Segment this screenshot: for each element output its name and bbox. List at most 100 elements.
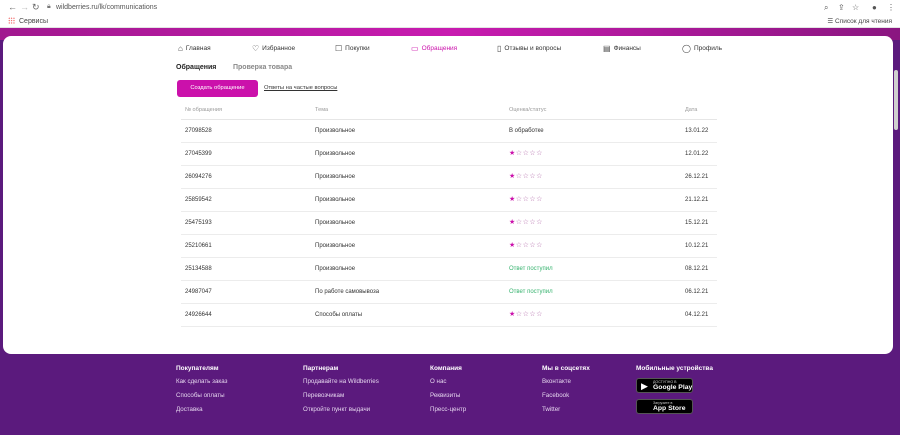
rating-stars[interactable]: ★☆☆☆☆ (509, 218, 543, 226)
footer-link[interactable]: Facebook (542, 392, 590, 399)
request-id: 24987047 (185, 289, 212, 295)
request-id: 25859542 (185, 197, 212, 203)
nav-label: Отзывы и вопросы (504, 45, 562, 52)
reading-list-button[interactable]: ☰ Список для чтения (827, 17, 892, 25)
faq-link[interactable]: Ответы на частые вопросы (264, 85, 337, 91)
nav-item-finance[interactable]: ▤ Финансы (603, 44, 641, 54)
header-status: Оценка/статус (509, 107, 547, 113)
nav-item-requests[interactable]: ▭ Обращения (411, 44, 457, 54)
store-name: App Store (653, 405, 686, 412)
browser-chrome: ← → ↻ 🔒︎ wildberries.ru/lk/communication… (0, 0, 900, 28)
footer: Покупателям Как сделать заказ Способы опла… (0, 365, 900, 435)
request-topic: По работе самовывоза (315, 289, 380, 295)
table-row[interactable]: 25134588 Произвольное Ответ поступил 08.12.… (181, 258, 717, 281)
nav-item-favorites[interactable]: ♡ Избранное (252, 44, 295, 54)
request-topic: Произвольное (315, 243, 356, 249)
forward-icon[interactable]: → (20, 2, 29, 13)
rating-stars[interactable]: ★☆☆☆☆ (509, 172, 543, 180)
message-icon: ▭ (411, 44, 419, 53)
star-empty-icon: ☆ (536, 242, 543, 249)
request-topic: Произвольное (315, 174, 356, 180)
reading-list-icon: ☰ (827, 18, 835, 25)
request-topic: Произвольное (315, 220, 356, 226)
star-full-icon: ★ (509, 150, 516, 157)
app-store-button[interactable]: Загрузите в App Store (636, 399, 693, 414)
table-body: 27098528 Произвольное В обработке 13.01.22 2… (181, 120, 717, 327)
nav-item-reviews[interactable]: ▯ Отзывы и вопросы (497, 44, 561, 54)
nav-item-home[interactable]: ⌂ Главная (178, 44, 211, 54)
request-id: 25134588 (185, 266, 212, 272)
footer-link[interactable]: Способы оплаты (176, 392, 227, 399)
nav-item-purchases[interactable]: ☐ Покупки (335, 44, 370, 54)
star-empty-icon: ☆ (515, 150, 523, 157)
request-id: 27045399 (185, 151, 212, 157)
account-icon[interactable]: ● (872, 2, 877, 13)
footer-link[interactable]: Twitter (542, 406, 590, 413)
footer-link[interactable]: Доставка (176, 406, 227, 413)
star-empty-icon: ☆ (536, 219, 543, 226)
bag-icon: ☐ (335, 44, 343, 53)
table-row[interactable]: 26094276 Произвольное ★☆☆☆☆ 26.12.21 (181, 166, 717, 189)
table-row[interactable]: 27045399 Произвольное ★☆☆☆☆ 12.01.22 (181, 143, 717, 166)
nav-label: Финансы (613, 45, 641, 52)
apps-grid-icon (8, 17, 15, 24)
nav-item-profile[interactable]: ◯ Профиль (682, 44, 722, 54)
footer-link[interactable]: Вконтакте (542, 378, 590, 385)
profile-icon: ◯ (682, 44, 691, 53)
footer-heading: Компания (430, 365, 462, 372)
request-id: 25210661 (185, 243, 212, 249)
star-empty-icon: ☆ (536, 196, 543, 203)
footer-link[interactable]: Откройте пункт выдачи (303, 406, 379, 413)
table-header: № обращения Тема Оценка/статус Дата (181, 104, 717, 120)
table-row[interactable]: 27098528 Произвольное В обработке 13.01.22 (181, 120, 717, 143)
star-empty-icon: ☆ (515, 219, 523, 226)
apps-bookmark[interactable]: Сервисы (8, 17, 48, 25)
nav-label: Главная (185, 45, 211, 52)
footer-link[interactable]: Пресс-центр (430, 406, 466, 413)
table-row[interactable]: 25859542 Произвольное ★☆☆☆☆ 21.12.21 (181, 189, 717, 212)
footer-heading: Мы в соцсетях (542, 365, 590, 372)
apps-label: Сервисы (19, 18, 49, 25)
star-empty-icon: ☆ (515, 196, 523, 203)
create-request-button[interactable]: Создать обращение (177, 80, 258, 97)
google-play-button[interactable]: ▶ ДОСТУПНО В Google Play (636, 378, 693, 393)
rating-stars[interactable]: ★☆☆☆☆ (509, 241, 543, 249)
rating-stars[interactable]: ★☆☆☆☆ (509, 149, 543, 157)
request-date: 12.01.22 (685, 151, 709, 157)
tab-product-check[interactable]: Проверка товара (233, 64, 292, 71)
footer-link[interactable]: О нас (430, 378, 466, 385)
menu-icon[interactable]: ⋮ (887, 2, 895, 13)
table-row[interactable]: 24987047 По работе самовывоза Ответ поступ… (181, 281, 717, 304)
table-row[interactable]: 24926644 Способы оплаты ★☆☆☆☆ 04.12.21 (181, 304, 717, 327)
reading-list-label: Список для чтения (835, 18, 892, 25)
nav-label: Обращения (421, 45, 458, 52)
request-date: 15.12.21 (685, 220, 709, 226)
zoom-icon[interactable]: ⌕ (824, 2, 828, 13)
footer-link[interactable]: Перевозчикам (303, 392, 379, 399)
request-topic: Произвольное (315, 266, 356, 272)
table-row[interactable]: 25210661 Произвольное ★☆☆☆☆ 10.12.21 (181, 235, 717, 258)
request-topic: Произвольное (315, 128, 356, 134)
footer-column: Мы в соцсетях Вконтакте Facebook Twitter (542, 365, 590, 420)
footer-link[interactable]: Как сделать заказ (176, 378, 227, 385)
rating-stars[interactable]: ★☆☆☆☆ (509, 310, 543, 318)
rating-stars[interactable]: ★☆☆☆☆ (509, 195, 543, 203)
status-text: В обработке (509, 128, 544, 134)
tab-requests[interactable]: Обращения (176, 64, 216, 71)
share-icon[interactable]: ⇪ (838, 2, 845, 13)
table-row[interactable]: 25475193 Произвольное ★☆☆☆☆ 15.12.21 (181, 212, 717, 235)
nav-label: Избранное (262, 45, 296, 52)
back-icon[interactable]: ← (8, 2, 17, 13)
reload-icon[interactable]: ↻ (32, 2, 40, 13)
footer-link[interactable]: Продавайте на Wildberries (303, 378, 379, 385)
scrollbar[interactable] (894, 70, 898, 130)
request-date: 08.12.21 (685, 266, 709, 272)
request-date: 10.12.21 (685, 243, 709, 249)
request-topic: Произвольное (315, 151, 356, 157)
star-bookmark-icon[interactable]: ☆ (852, 2, 859, 13)
footer-link[interactable]: Реквизиты (430, 392, 466, 399)
header-topic: Тема (315, 107, 329, 113)
bookmarks-bar: Сервисы ☰ Список для чтения (0, 15, 900, 28)
request-date: 06.12.21 (685, 289, 709, 295)
url-field[interactable]: wildberries.ru/lk/communications (56, 2, 157, 13)
